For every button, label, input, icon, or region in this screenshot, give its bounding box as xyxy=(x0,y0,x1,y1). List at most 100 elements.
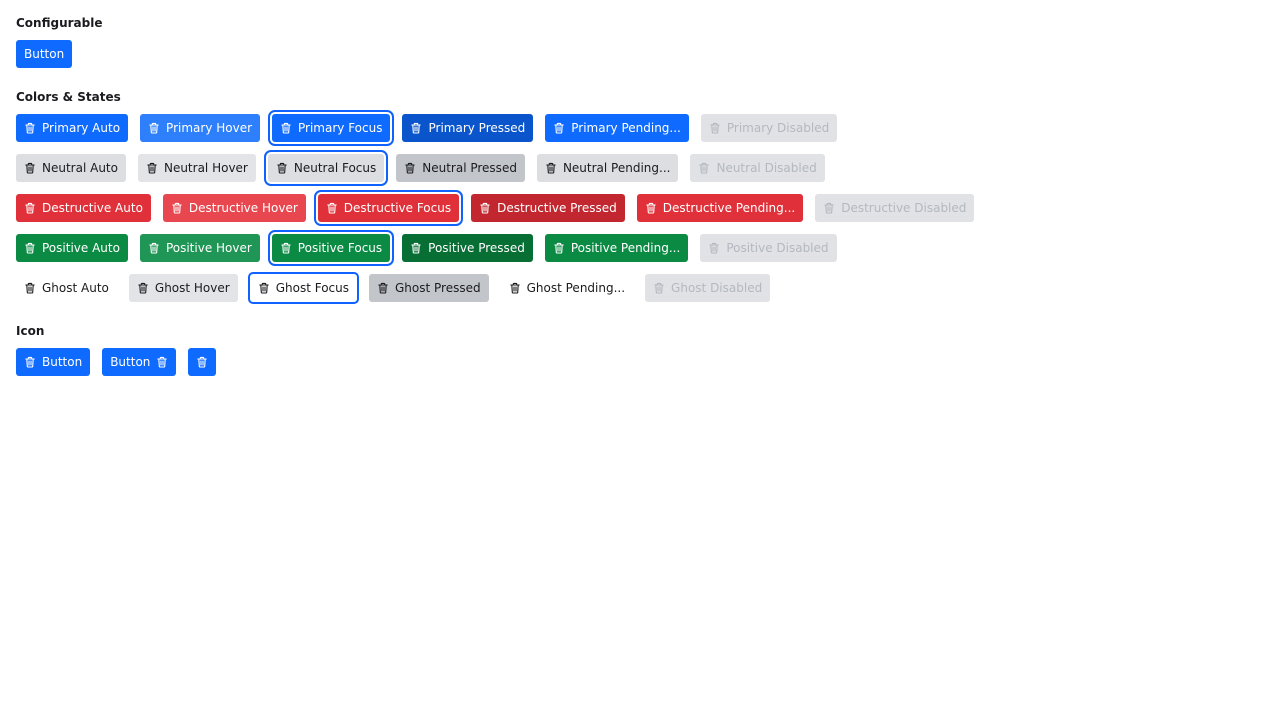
trash-icon xyxy=(24,122,36,134)
trash-icon xyxy=(708,242,720,254)
button-label: Positive Auto xyxy=(42,241,120,255)
button-label: Primary Auto xyxy=(42,121,121,135)
ghost-pending-button[interactable]: Ghost Pending... xyxy=(500,274,634,302)
button-label: Ghost Pressed xyxy=(395,281,481,295)
section-title-icon: Icon xyxy=(16,324,45,338)
trash-icon xyxy=(410,122,422,134)
button-label: Neutral Hover xyxy=(163,161,248,175)
button-label: Destructive Hover xyxy=(188,201,298,215)
button-label: Neutral Auto xyxy=(42,161,118,175)
trash-icon xyxy=(698,162,710,174)
button-label: Button xyxy=(42,355,83,369)
button-label: Ghost Disabled xyxy=(671,281,763,295)
neutral-pressed-button[interactable]: Neutral Pressed xyxy=(396,154,525,182)
section-title-colors-states: Colors & States xyxy=(16,90,121,104)
button-label: Ghost Auto xyxy=(42,281,109,295)
ghost-pressed-button[interactable]: Ghost Pressed xyxy=(369,274,489,302)
neutral-hover-button[interactable]: Neutral Hover xyxy=(137,154,256,182)
destructive-focus-button[interactable]: Destructive Focus xyxy=(313,190,464,226)
configurable-button-label: Button xyxy=(24,47,65,61)
button-label: Neutral Pending... xyxy=(562,161,671,175)
destructive-pressed-button[interactable]: Destructive Pressed xyxy=(471,194,625,222)
trash-icon xyxy=(24,242,36,254)
trash-icon xyxy=(326,202,338,214)
destructive-pending-button[interactable]: Destructive Pending... xyxy=(636,194,804,222)
ghost-hover-button[interactable]: Ghost Hover xyxy=(128,274,238,302)
primary-auto-button[interactable]: Primary Auto xyxy=(16,114,129,142)
button-label: Destructive Pending... xyxy=(662,201,796,215)
row-neutral: Neutral Auto Neutral Hover Neutral Focus… xyxy=(16,150,1264,186)
page: Configurable Button Colors & States Prim… xyxy=(0,0,1280,720)
button-label: Positive Disabled xyxy=(726,241,829,255)
positive-auto-button[interactable]: Positive Auto xyxy=(16,234,128,262)
trash-icon xyxy=(280,242,292,254)
destructive-auto-button[interactable]: Destructive Auto xyxy=(16,194,151,222)
row-positive: Positive Auto Positive Hover Positive Fo… xyxy=(16,230,1264,266)
trash-icon xyxy=(645,202,657,214)
trash-icon xyxy=(171,202,183,214)
trash-icon xyxy=(148,122,160,134)
button-label: Ghost Pending... xyxy=(526,281,626,295)
trash-icon xyxy=(276,162,288,174)
primary-focus-button[interactable]: Primary Focus xyxy=(267,110,395,146)
neutral-pending-button[interactable]: Neutral Pending... xyxy=(536,154,679,182)
button-label: Destructive Pressed xyxy=(497,201,617,215)
trash-icon xyxy=(196,356,208,368)
icon-only-button[interactable] xyxy=(188,348,217,376)
button-label: Primary Disabled xyxy=(726,121,830,135)
trash-icon xyxy=(137,282,149,294)
positive-disabled-button: Positive Disabled xyxy=(700,234,837,262)
button-label: Primary Hover xyxy=(166,121,253,135)
button-label: Ghost Hover xyxy=(154,281,230,295)
trash-icon xyxy=(545,162,557,174)
trash-icon xyxy=(377,282,389,294)
trash-icon xyxy=(24,282,36,294)
button-label: Primary Focus xyxy=(298,121,383,135)
trash-icon xyxy=(148,242,160,254)
trash-icon xyxy=(553,122,565,134)
configurable-button[interactable]: Button xyxy=(16,40,73,68)
primary-pending-button[interactable]: Primary Pending... xyxy=(545,114,689,142)
button-label: Destructive Focus xyxy=(343,201,452,215)
button-label: Neutral Focus xyxy=(293,161,377,175)
trash-icon xyxy=(653,282,665,294)
button-label: Destructive Disabled xyxy=(841,201,967,215)
primary-hover-button[interactable]: Primary Hover xyxy=(140,114,261,142)
positive-pending-button[interactable]: Positive Pending... xyxy=(544,234,689,262)
icon-end-button[interactable]: Button xyxy=(102,348,177,376)
neutral-auto-button[interactable]: Neutral Auto xyxy=(16,154,126,182)
primary-pressed-button[interactable]: Primary Pressed xyxy=(402,114,534,142)
destructive-disabled-button: Destructive Disabled xyxy=(815,194,975,222)
trash-icon xyxy=(156,356,168,368)
trash-icon xyxy=(146,162,158,174)
button-label: Ghost Focus xyxy=(275,281,349,295)
positive-pressed-button[interactable]: Positive Pressed xyxy=(402,234,533,262)
primary-disabled-button: Primary Disabled xyxy=(700,114,838,142)
configurable-row: Button xyxy=(16,40,1264,68)
neutral-disabled-button: Neutral Disabled xyxy=(690,154,825,182)
icon-start-button[interactable]: Button xyxy=(16,348,91,376)
row-destructive: Destructive Auto Destructive Hover Destr… xyxy=(16,190,1264,226)
button-label: Button xyxy=(110,355,151,369)
positive-focus-button[interactable]: Positive Focus xyxy=(267,230,395,266)
trash-icon xyxy=(410,242,422,254)
positive-hover-button[interactable]: Positive Hover xyxy=(139,234,260,262)
ghost-disabled-button: Ghost Disabled xyxy=(645,274,771,302)
button-label: Primary Pressed xyxy=(428,121,526,135)
row-primary: Primary Auto Primary Hover Primary Focus… xyxy=(16,110,1264,146)
destructive-hover-button[interactable]: Destructive Hover xyxy=(162,194,306,222)
button-label: Neutral Disabled xyxy=(716,161,817,175)
neutral-focus-button[interactable]: Neutral Focus xyxy=(263,150,389,186)
button-label: Positive Hover xyxy=(165,241,252,255)
ghost-auto-button[interactable]: Ghost Auto xyxy=(16,274,117,302)
button-label: Neutral Pressed xyxy=(422,161,517,175)
row-ghost: Ghost Auto Ghost Hover Ghost Focus Ghost… xyxy=(16,272,1264,304)
ghost-focus-button[interactable]: Ghost Focus xyxy=(247,272,360,304)
trash-icon xyxy=(509,282,521,294)
trash-icon xyxy=(553,242,565,254)
section-title-configurable: Configurable xyxy=(16,16,103,30)
trash-icon xyxy=(823,202,835,214)
button-label: Positive Pending... xyxy=(570,241,681,255)
trash-icon xyxy=(24,356,36,368)
trash-icon xyxy=(404,162,416,174)
